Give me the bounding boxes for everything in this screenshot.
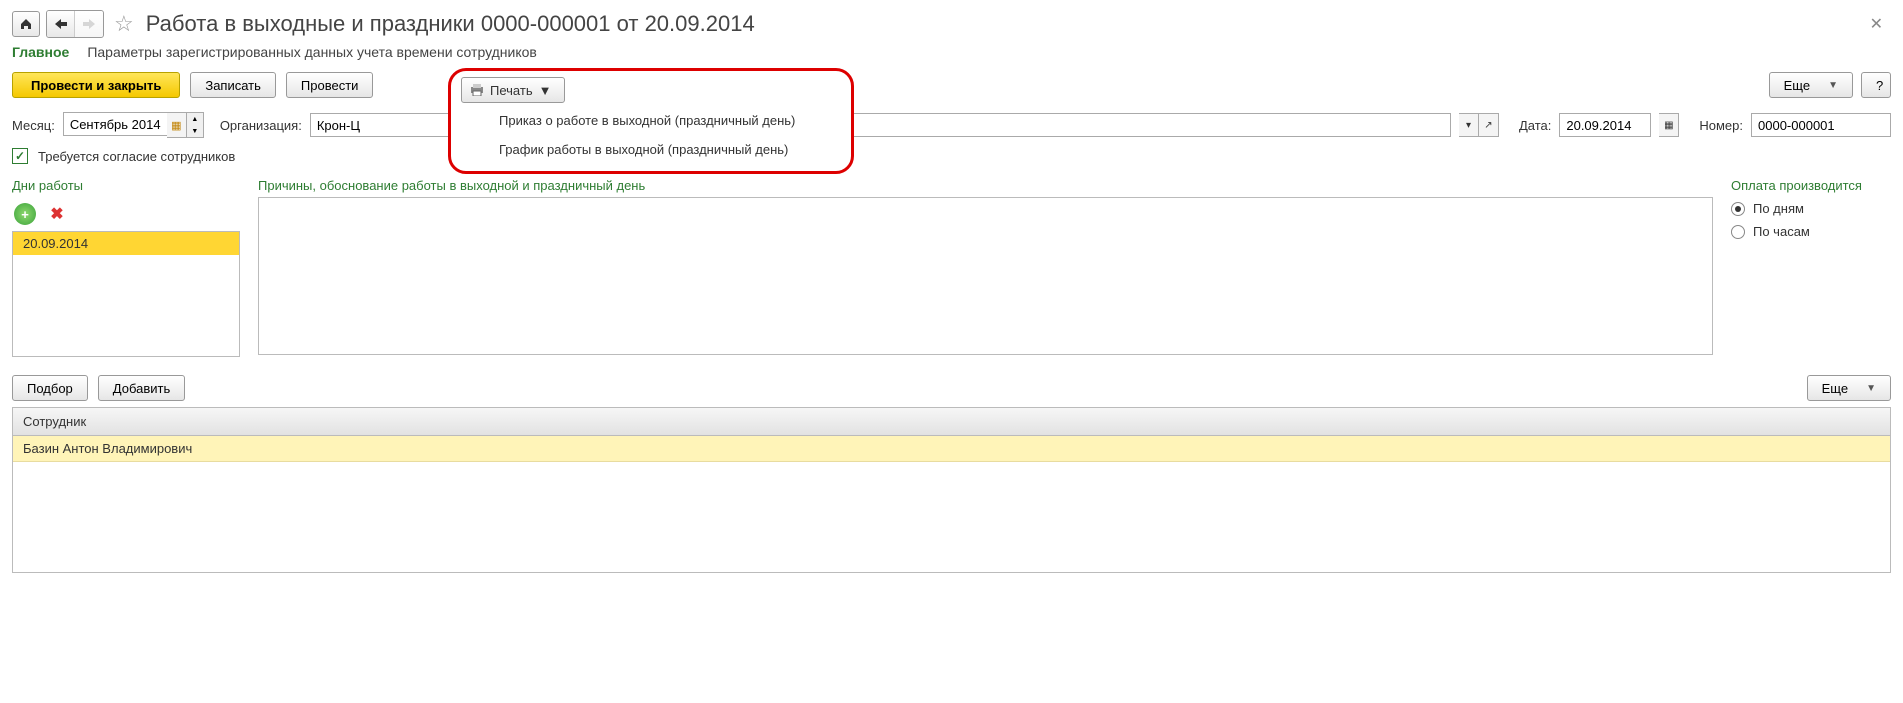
org-open-button[interactable]: ↗: [1479, 113, 1499, 137]
add-day-button[interactable]: +: [14, 203, 36, 225]
caret-down-icon: ▼: [1866, 383, 1876, 394]
post-and-close-button[interactable]: Провести и закрыть: [12, 72, 180, 98]
org-dropdown-button[interactable]: ▾: [1459, 113, 1479, 137]
printer-icon: [470, 84, 484, 96]
print-dropdown-panel: Печать ▼ Приказ о работе в выходной (пра…: [448, 68, 854, 174]
home-button[interactable]: [12, 11, 40, 37]
number-input[interactable]: [1751, 113, 1891, 137]
month-input[interactable]: [63, 112, 167, 136]
consent-label: Требуется согласие сотрудников: [38, 149, 235, 164]
table-row[interactable]: Базин Антон Владимирович: [13, 436, 1890, 462]
reason-textarea[interactable]: [258, 197, 1713, 355]
print-menu-item-schedule[interactable]: График работы в выходной (праздничный де…: [451, 132, 851, 161]
table-empty-area[interactable]: [13, 462, 1890, 572]
page-title: Работа в выходные и праздники 0000-00000…: [146, 11, 755, 37]
calendar-icon[interactable]: ▦: [167, 112, 187, 138]
more-button[interactable]: Еще ▼: [1769, 72, 1853, 98]
date-label: Дата:: [1519, 118, 1551, 133]
date-input[interactable]: [1559, 113, 1651, 137]
radio-by-hours-label: По часам: [1753, 224, 1810, 239]
number-label: Номер:: [1699, 118, 1743, 133]
month-up-button[interactable]: ▲: [187, 113, 203, 125]
reason-section-title: Причины, обоснование работы в выходной и…: [258, 178, 1713, 193]
save-button[interactable]: Записать: [190, 72, 276, 98]
radio-by-hours[interactable]: [1731, 225, 1745, 239]
payment-section-title: Оплата производится: [1731, 178, 1891, 193]
forward-button[interactable]: [75, 11, 103, 37]
month-down-button[interactable]: ▼: [187, 125, 203, 137]
employee-more-button[interactable]: Еще ▼: [1807, 375, 1891, 401]
month-label: Месяц:: [12, 118, 55, 133]
caret-down-icon: ▼: [539, 83, 552, 98]
day-row[interactable]: 20.09.2014: [13, 232, 239, 255]
select-employee-button[interactable]: Подбор: [12, 375, 88, 401]
print-button[interactable]: Печать ▼: [461, 77, 565, 103]
favorite-icon[interactable]: ☆: [114, 11, 134, 37]
tab-params[interactable]: Параметры зарегистрированных данных учет…: [87, 44, 537, 60]
print-menu-item-order[interactable]: Приказ о работе в выходной (праздничный …: [451, 103, 851, 132]
radio-by-days[interactable]: [1731, 202, 1745, 216]
help-button[interactable]: ?: [1861, 72, 1891, 98]
delete-day-button[interactable]: ✖: [46, 203, 68, 225]
caret-down-icon: ▼: [1828, 80, 1838, 91]
back-button[interactable]: [47, 11, 75, 37]
radio-by-days-label: По дням: [1753, 201, 1804, 216]
table-header-employee: Сотрудник: [13, 408, 1890, 436]
tab-main[interactable]: Главное: [12, 44, 69, 60]
close-button[interactable]: ✕: [1862, 14, 1891, 34]
consent-checkbox[interactable]: ✓: [12, 148, 28, 164]
add-employee-button[interactable]: Добавить: [98, 375, 185, 401]
days-list[interactable]: 20.09.2014: [12, 231, 240, 357]
org-label: Организация:: [220, 118, 302, 133]
date-picker-button[interactable]: ▦: [1659, 113, 1679, 137]
post-button[interactable]: Провести: [286, 72, 374, 98]
days-section-title: Дни работы: [12, 178, 240, 193]
